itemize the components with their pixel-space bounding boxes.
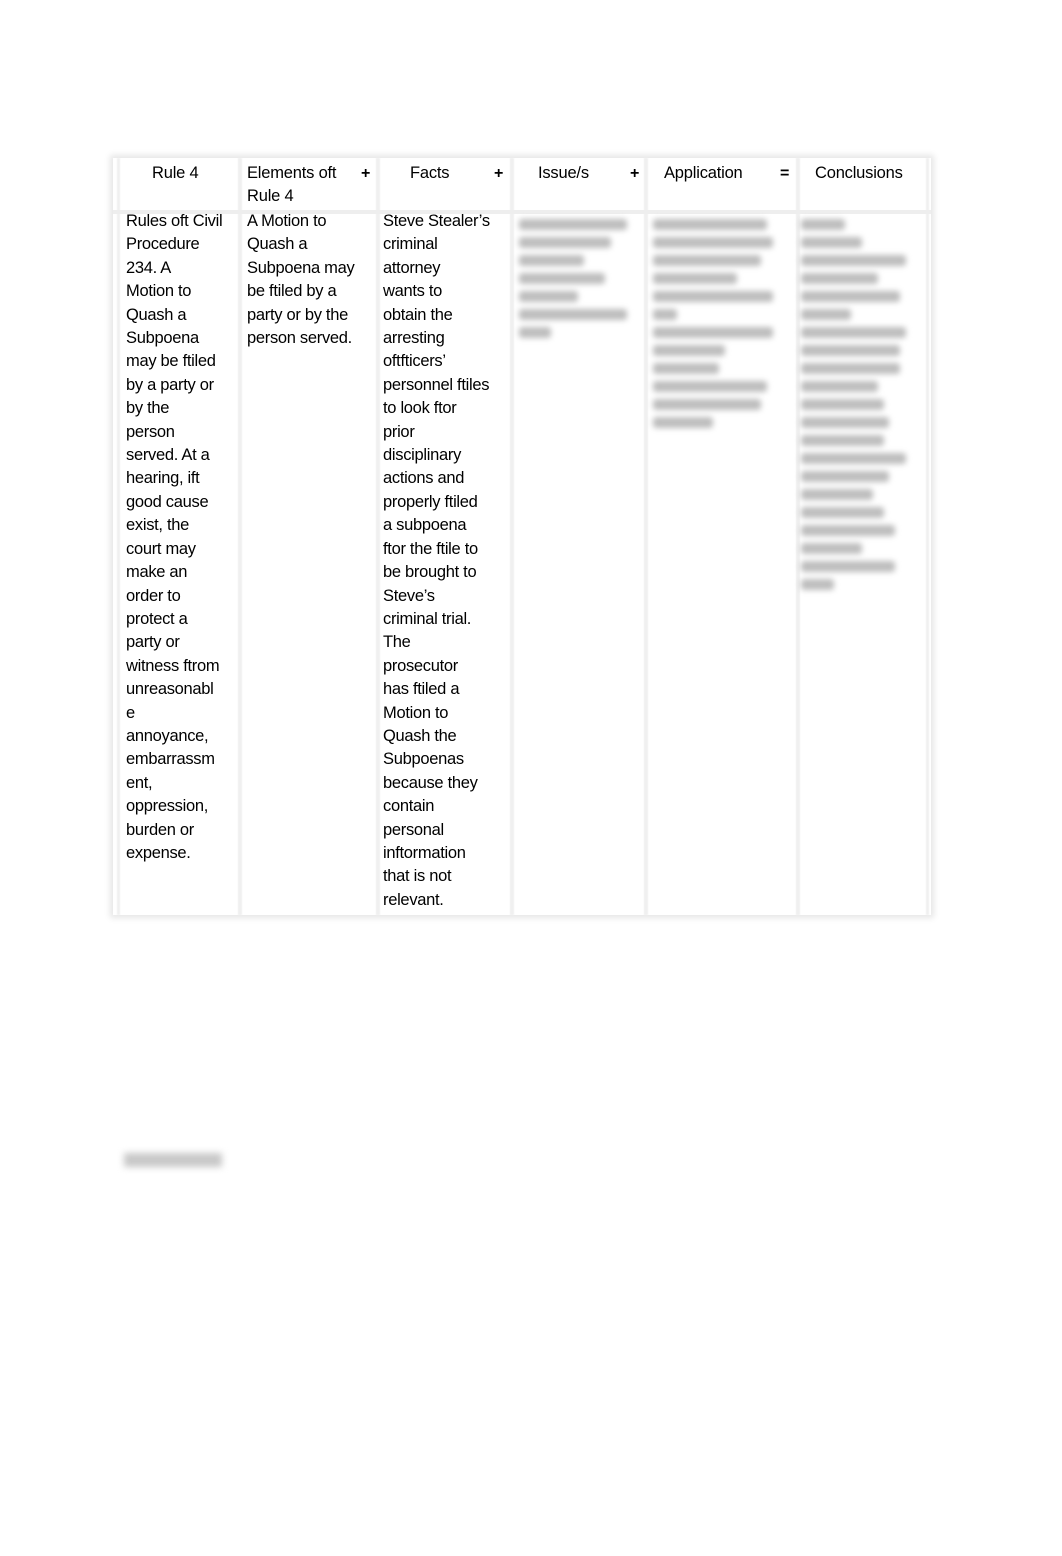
blurred-text-line — [801, 345, 900, 356]
cell-rule: Rules oft Civil Procedure 234. A Motion … — [126, 212, 223, 862]
blurred-text-line — [801, 237, 862, 248]
header-rule: Rule 4 — [152, 164, 199, 182]
blurred-text-line — [801, 309, 851, 320]
blurred-text-line — [801, 219, 845, 230]
blurred-text-line — [801, 489, 873, 500]
blurred-text-line — [801, 381, 878, 392]
blurred-text-line — [653, 381, 767, 392]
blurred-text-line — [801, 255, 906, 266]
blurred-text-line — [519, 219, 627, 230]
blurred-text-line — [653, 237, 773, 248]
blurred-text-line — [801, 435, 884, 446]
blurred-text-line — [801, 399, 884, 410]
blurred-text-line — [801, 507, 884, 518]
blurred-text-line — [519, 327, 552, 338]
irac-table: Rule 4 Elements oft Rule 4 + Facts + Iss… — [113, 158, 931, 915]
blurred-text-line — [801, 471, 889, 482]
cell-issues-blurred — [519, 212, 627, 343]
blurred-text-line — [519, 255, 584, 266]
blurred-text-line — [801, 525, 895, 536]
blurred-text-line — [653, 345, 725, 356]
blurred-text-line — [653, 363, 719, 374]
header-row — [113, 158, 931, 214]
plus-operator: + — [361, 165, 371, 182]
equals-operator: = — [780, 165, 790, 182]
blurred-text-line — [519, 309, 627, 320]
plus-operator: + — [494, 165, 504, 182]
blurred-text-line — [801, 291, 900, 302]
blurred-text-line — [801, 579, 834, 590]
blurred-text-line — [653, 309, 677, 320]
blurred-text-line — [653, 417, 713, 428]
header-elements: Elements oft Rule 4 — [247, 164, 337, 206]
cell-facts: Steve Stealer’s criminal attorney wants … — [383, 212, 490, 909]
blurred-text-line — [519, 237, 611, 248]
blurred-text-line — [653, 291, 773, 302]
blurred-text-line — [801, 327, 906, 338]
blurred-footer-text — [124, 1153, 222, 1167]
blurred-text-line — [801, 561, 895, 572]
cell-elements: A Motion to Quash a Subpoena may be ftil… — [247, 212, 355, 348]
header-conclusions: Conclusions — [815, 164, 903, 182]
blurred-text-line — [653, 273, 737, 284]
blurred-text-line — [653, 219, 767, 230]
blurred-text-line — [519, 291, 579, 302]
cell-conclusions-blurred — [801, 212, 911, 595]
blurred-text-line — [801, 363, 900, 374]
blurred-text-line — [519, 273, 606, 284]
header-issues: Issue/s — [538, 164, 589, 182]
blurred-text-line — [801, 453, 906, 464]
header-facts: Facts — [410, 164, 450, 182]
plus-operator: + — [630, 165, 640, 182]
cell-application-blurred — [653, 212, 773, 433]
header-application: Application — [664, 164, 743, 182]
blurred-text-line — [801, 543, 862, 554]
blurred-text-line — [653, 255, 761, 266]
blurred-text-line — [653, 399, 761, 410]
blurred-text-line — [653, 327, 773, 338]
blurred-text-line — [801, 417, 889, 428]
blurred-text-line — [801, 273, 878, 284]
